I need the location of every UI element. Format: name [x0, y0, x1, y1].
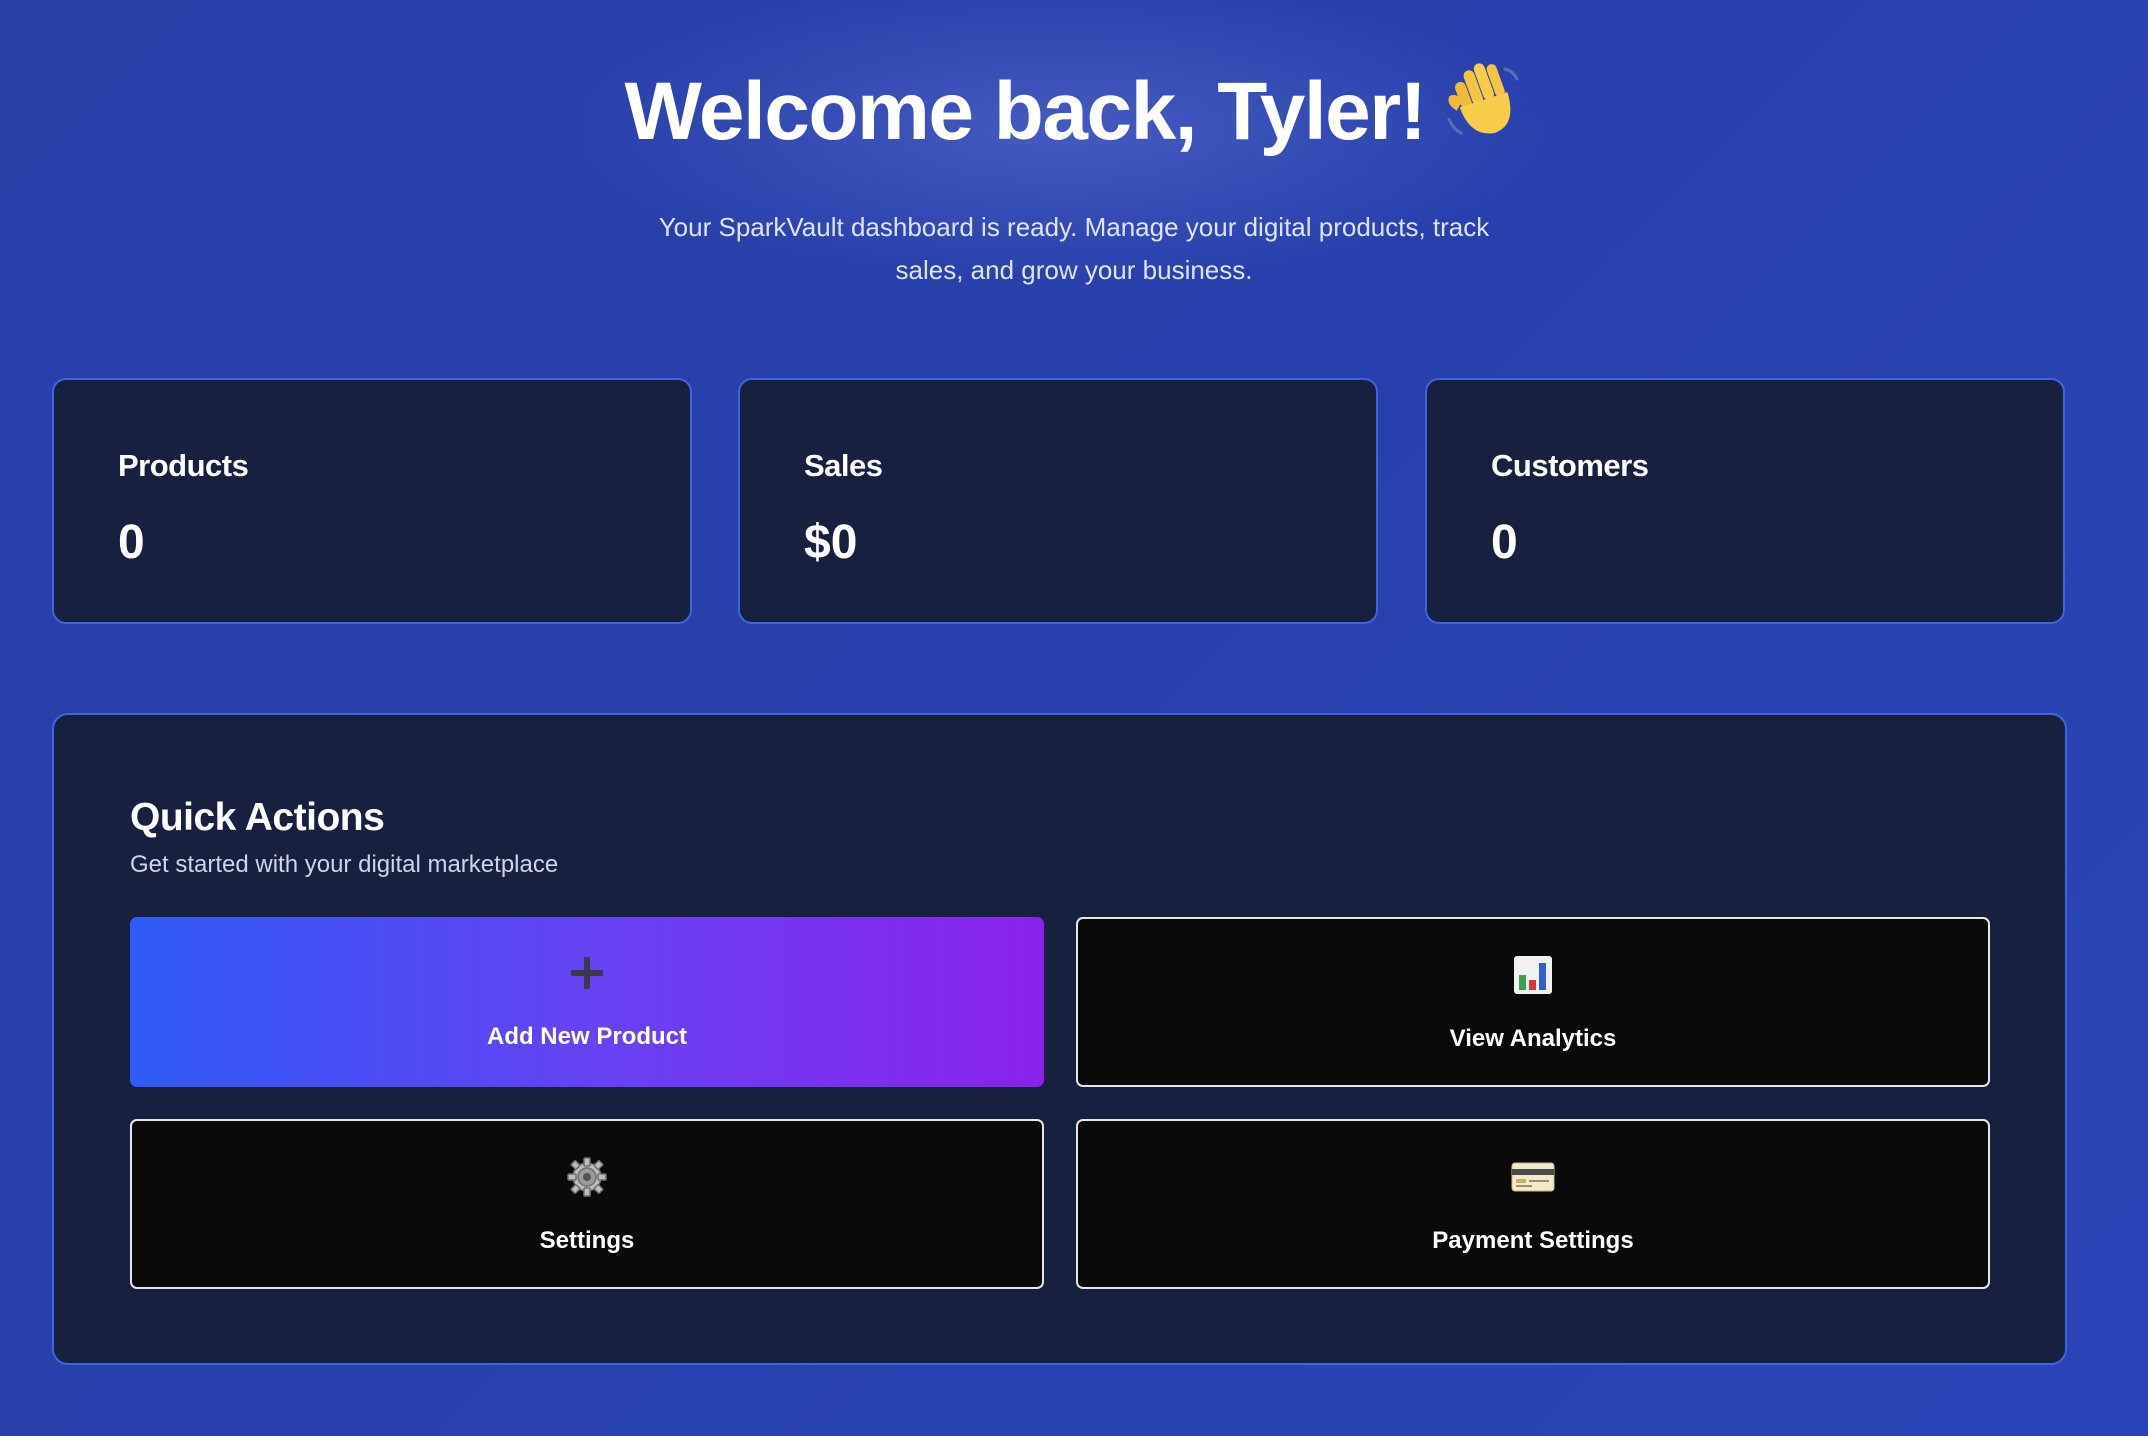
- stat-card-customers: Customers 0: [1425, 378, 2065, 624]
- credit-card-icon: [1078, 1155, 1988, 1199]
- quick-actions-title: Quick Actions: [130, 796, 385, 839]
- bar-chart-icon: [1078, 953, 1988, 997]
- stat-value: 0: [1491, 516, 1518, 569]
- welcome-heading: Welcome back, Tyler!: [0, 62, 2148, 164]
- stat-label: Products: [118, 448, 249, 483]
- welcome-subtitle: Your SparkVault dashboard is ready. Mana…: [658, 212, 1490, 285]
- payment-settings-label: Payment Settings: [1432, 1227, 1634, 1254]
- settings-button[interactable]: Settings: [130, 1119, 1044, 1289]
- welcome-title-text: Welcome back, Tyler!: [624, 66, 1427, 157]
- waving-hand-icon: [1443, 61, 1523, 164]
- view-analytics-label: View Analytics: [1449, 1025, 1617, 1052]
- stat-value: 0: [118, 516, 145, 569]
- view-analytics-button[interactable]: View Analytics: [1076, 917, 1990, 1087]
- quick-actions-panel: Quick Actions Get started with your digi…: [52, 713, 2067, 1365]
- stat-label: Sales: [804, 448, 883, 483]
- stat-value: $0: [804, 516, 858, 569]
- stat-card-products: Products 0: [52, 378, 692, 624]
- settings-label: Settings: [539, 1227, 635, 1254]
- stat-label: Customers: [1491, 448, 1649, 483]
- add-new-product-button[interactable]: Add New Product: [130, 917, 1044, 1087]
- plus-icon: [130, 951, 1044, 995]
- payment-settings-button[interactable]: Payment Settings: [1076, 1119, 1990, 1289]
- quick-actions-subtitle: Get started with your digital marketplac…: [130, 851, 559, 878]
- gear-icon: [132, 1155, 1042, 1199]
- add-new-product-label: Add New Product: [486, 1023, 687, 1050]
- stat-card-sales: Sales $0: [738, 378, 1378, 624]
